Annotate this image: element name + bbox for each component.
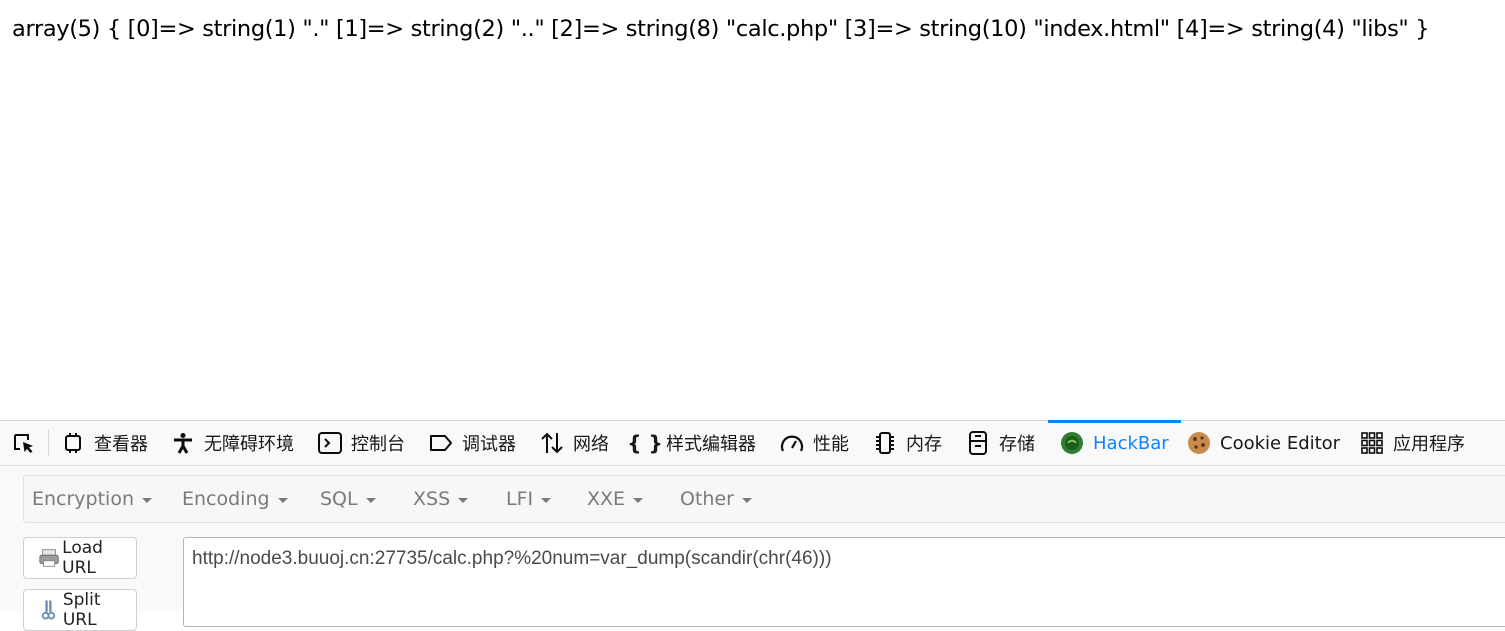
- tab-label: 应用程序: [1393, 434, 1465, 455]
- tab-label: 控制台: [351, 434, 405, 455]
- menu-xss[interactable]: XSS: [413, 476, 469, 522]
- menu-lfi[interactable]: LFI: [506, 476, 552, 522]
- load-url-label: Load URL: [62, 538, 103, 578]
- tab-label: 查看器: [94, 434, 148, 455]
- tab-label: 网络: [573, 434, 609, 455]
- load-url-button[interactable]: Load URL: [23, 537, 137, 579]
- split-url-button[interactable]: Split URL: [23, 589, 137, 631]
- tab-label: 样式编辑器: [666, 434, 756, 455]
- tab-style-editor[interactable]: { } 样式编辑器: [627, 421, 756, 465]
- tab-network[interactable]: 网络: [540, 421, 609, 465]
- split-url-label: Split URL: [62, 590, 101, 630]
- menu-sql[interactable]: SQL: [320, 476, 376, 522]
- printer-icon: [39, 549, 59, 567]
- menu-xxe[interactable]: XXE: [587, 476, 644, 522]
- caret-down-icon: [541, 497, 552, 503]
- tab-label: 性能: [813, 434, 849, 455]
- menu-label: LFI: [506, 488, 534, 510]
- tab-label: 存储: [999, 434, 1035, 455]
- inspector-icon: [61, 431, 85, 455]
- memory-icon: [873, 431, 897, 455]
- debugger-icon: [429, 431, 453, 455]
- storage-icon: [966, 431, 990, 455]
- devtools-toolbar: 查看器 无障碍环境 控制台 调试器 网络 { } 样式编辑器 性能 内存 存储 …: [0, 420, 1505, 466]
- hackbar-panel: Encryption Encoding SQL XSS LFI XXE Othe…: [23, 475, 1505, 631]
- menu-label: Encoding: [182, 488, 270, 510]
- menu-label: Encryption: [32, 488, 135, 510]
- tab-accessibility[interactable]: 无障碍环境: [171, 421, 294, 465]
- caret-down-icon: [458, 497, 469, 503]
- toolbar-separator: [48, 430, 49, 456]
- caret-down-icon: [633, 497, 644, 503]
- console-icon: [318, 431, 342, 455]
- tab-memory[interactable]: 内存: [873, 421, 942, 465]
- tab-application[interactable]: 应用程序: [1360, 421, 1465, 465]
- application-grid-icon: [1360, 431, 1384, 455]
- page-output-text: array(5) { [0]=> string(1) "." [1]=> str…: [12, 16, 1430, 42]
- hackbar-icon: [1060, 431, 1084, 455]
- tab-cookie-editor[interactable]: Cookie Editor: [1187, 421, 1340, 465]
- tab-label: HackBar: [1093, 432, 1169, 454]
- menu-label: SQL: [320, 488, 358, 510]
- menu-other[interactable]: Other: [680, 476, 752, 522]
- tab-performance[interactable]: 性能: [780, 421, 849, 465]
- tab-storage[interactable]: 存储: [966, 421, 1035, 465]
- url-input[interactable]: http://node3.buuoj.cn:27735/calc.php?%20…: [183, 537, 1505, 627]
- menu-label: XXE: [587, 488, 626, 510]
- caret-down-icon: [741, 497, 752, 503]
- hackbar-menubar: Encryption Encoding SQL XSS LFI XXE Othe…: [23, 475, 1505, 523]
- tab-console[interactable]: 控制台: [318, 421, 405, 465]
- tab-hackbar[interactable]: HackBar: [1048, 420, 1181, 465]
- menu-label: Other: [680, 488, 734, 510]
- tab-label: Cookie Editor: [1220, 432, 1341, 454]
- caret-down-icon: [142, 497, 153, 503]
- scissors-icon: [41, 600, 56, 620]
- performance-icon: [780, 431, 804, 455]
- caret-down-icon: [365, 497, 376, 503]
- menu-label: XSS: [413, 488, 451, 510]
- caret-down-icon: [277, 497, 288, 503]
- tab-debugger[interactable]: 调试器: [429, 421, 516, 465]
- network-icon: [540, 431, 564, 455]
- cookie-icon: [1187, 431, 1211, 455]
- tab-label: 内存: [906, 434, 942, 455]
- element-picker-icon[interactable]: [12, 432, 36, 456]
- devtools-panel: 查看器 无障碍环境 控制台 调试器 网络 { } 样式编辑器 性能 内存 存储 …: [0, 420, 1505, 631]
- tab-label: 无障碍环境: [204, 434, 294, 455]
- menu-encoding[interactable]: Encoding: [182, 476, 288, 522]
- menu-encryption[interactable]: Encryption: [32, 476, 153, 522]
- tab-label: 调试器: [462, 434, 516, 455]
- style-editor-icon: { }: [627, 431, 663, 455]
- accessibility-icon: [171, 431, 195, 455]
- tab-inspector[interactable]: 查看器: [61, 421, 148, 465]
